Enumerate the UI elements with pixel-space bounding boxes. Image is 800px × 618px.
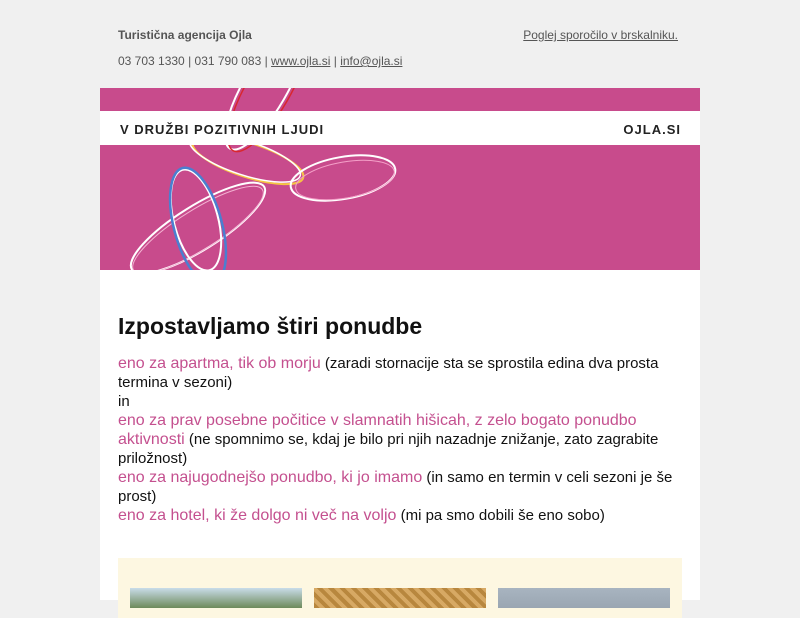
offer-3: eno za najugodnejšo ponudbo, ki jo imamo… xyxy=(118,468,678,506)
contact-separator: | xyxy=(330,54,341,68)
email-link[interactable]: info@ojla.si xyxy=(340,54,402,68)
offer-4-link[interactable]: eno za hotel, ki že dolgo ni več na volj… xyxy=(118,507,396,524)
offer-3-image[interactable] xyxy=(498,588,670,608)
petal-4-outline xyxy=(132,185,264,270)
petal-4 xyxy=(129,181,267,270)
offer-4: eno za hotel, ki že dolgo ni več na volj… xyxy=(118,506,678,525)
offer-1-image[interactable] xyxy=(130,588,302,608)
contact-line: 03 703 1330 | 031 790 083 | www.ojla.si … xyxy=(118,54,678,68)
email-header: Turistična agencija Ojla 03 703 1330 | 0… xyxy=(118,28,678,68)
offer-2-image[interactable] xyxy=(314,588,486,608)
email-body: Izpostavljamo štiri ponudbe eno za apart… xyxy=(100,270,700,618)
offer-1-link[interactable]: eno za apartma, tik ob morju xyxy=(118,355,321,372)
connector-text: in xyxy=(118,393,130,410)
website-link[interactable]: www.ojla.si xyxy=(271,54,330,68)
offers-section: Izpostavljamo štiri ponudbe eno za apart… xyxy=(118,313,678,525)
section-title: Izpostavljamo štiri ponudbe xyxy=(118,313,423,339)
offer-2-note: (ne spomnimo se, kdaj je bilo pri njih n… xyxy=(118,431,659,467)
offers-gallery xyxy=(118,558,682,618)
tagline: V DRUŽBI POZITIVNIH LJUDI xyxy=(120,122,325,137)
offer-3-link[interactable]: eno za najugodnejšo ponudbo, ki jo imamo xyxy=(118,469,422,486)
offer-2: eno za prav posebne počitice v slamnatih… xyxy=(118,411,678,468)
offer-4-note: (mi pa smo dobili še eno sobo) xyxy=(396,507,605,524)
offer-1: eno za apartma, tik ob morju (zaradi sto… xyxy=(118,354,678,392)
site-name: OJLA.SI xyxy=(623,122,681,137)
view-in-browser-link[interactable]: Poglej sporočilo v brskalniku. xyxy=(523,28,678,42)
banner: V DRUŽBI POZITIVNIH LJUDI OJLA.SI xyxy=(100,88,700,270)
tagline-bar: V DRUŽBI POZITIVNIH LJUDI OJLA.SI xyxy=(100,111,700,145)
phone-numbers: 03 703 1330 | 031 790 083 | xyxy=(118,54,272,68)
